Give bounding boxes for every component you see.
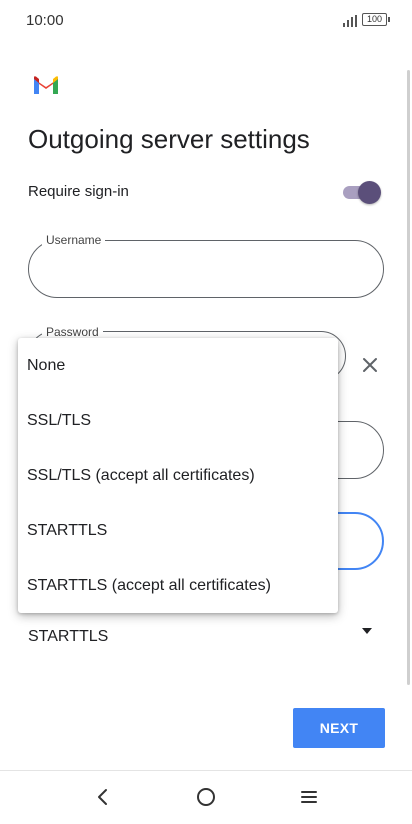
back-icon[interactable] — [91, 785, 115, 809]
page-title: Outgoing server settings — [28, 124, 310, 154]
menu-item-ssl-tls-accept-all[interactable]: SSL/TLS (accept all certificates) — [18, 448, 338, 503]
require-signin-label: Require sign-in — [28, 183, 129, 200]
gmail-logo — [34, 76, 58, 94]
clear-icon[interactable] — [359, 354, 381, 376]
signal-icon — [343, 15, 357, 27]
next-button[interactable]: NEXT — [293, 708, 385, 748]
navigation-bar — [0, 770, 412, 824]
security-type-value[interactable]: STARTTLS — [28, 628, 108, 646]
menu-item-starttls-accept-all[interactable]: STARTTLS (accept all certificates) — [18, 558, 338, 613]
toggle-thumb — [358, 181, 381, 204]
menu-item-ssl-tls[interactable]: SSL/TLS — [18, 393, 338, 448]
menu-item-starttls[interactable]: STARTTLS — [18, 503, 338, 558]
require-signin-toggle[interactable] — [343, 181, 381, 204]
password-label: Password — [42, 325, 103, 339]
status-bar: 10:00 100 — [0, 0, 412, 44]
username-field[interactable] — [28, 240, 384, 298]
menu-icon[interactable] — [297, 785, 321, 809]
home-icon[interactable] — [194, 785, 218, 809]
status-time: 10:00 — [26, 12, 64, 29]
dropdown-arrow-icon[interactable] — [361, 627, 373, 635]
menu-item-none[interactable]: None — [18, 338, 338, 393]
battery-icon: 100 — [362, 13, 390, 26]
scrollbar[interactable] — [407, 70, 410, 685]
security-type-menu: None SSL/TLS SSL/TLS (accept all certifi… — [18, 338, 338, 613]
username-label: Username — [42, 233, 106, 247]
